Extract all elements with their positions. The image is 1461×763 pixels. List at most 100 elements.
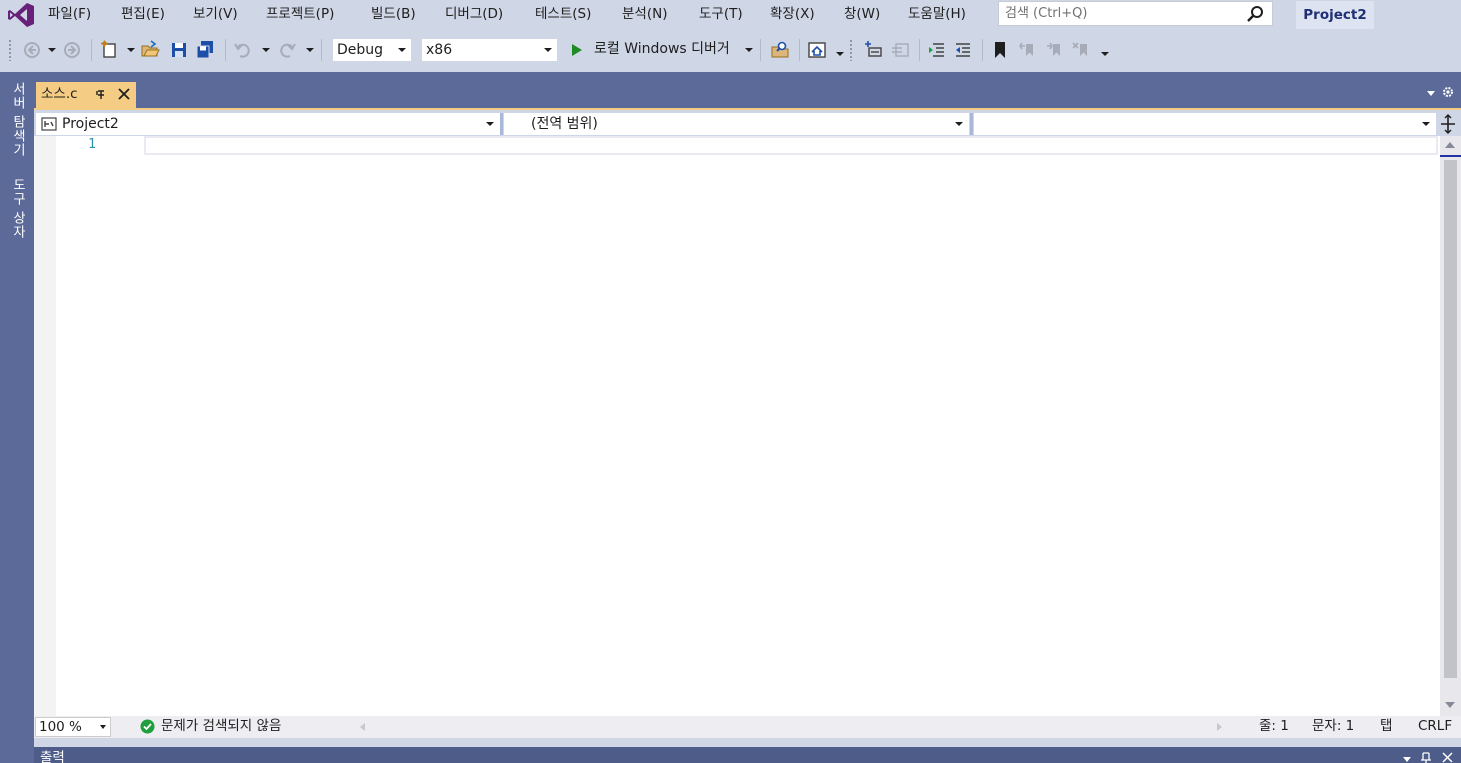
project-dropdown-value: Project2 [62, 116, 119, 132]
scope-dropdown[interactable]: (전역 범위) [504, 113, 969, 135]
start-debugging-label: 로컬 Windows 디버거 [594, 41, 730, 57]
member-dropdown[interactable] [974, 113, 1436, 135]
zoom-dropdown[interactable]: 100 % [35, 717, 111, 737]
solution-explorer-home-icon[interactable] [807, 40, 827, 60]
new-project-icon[interactable] [100, 40, 120, 60]
vertical-scrollbar[interactable] [1440, 136, 1461, 716]
search-input[interactable] [999, 2, 1239, 25]
issues-status-text[interactable]: 문제가 검색되지 않음 [161, 716, 281, 737]
debug-target-dropdown-icon[interactable] [745, 48, 753, 52]
output-panel-title[interactable]: 출력 [40, 750, 65, 763]
menu-help[interactable]: 도움말(H) [904, 5, 970, 25]
scope-dropdown-value: (전역 범위) [531, 116, 598, 132]
tab-list-dropdown-icon[interactable] [1427, 91, 1435, 96]
menu-bar: 파일(F) 편집(E) 보기(V) 프로젝트(P) 빌드(B) 디버그(D) 테… [0, 0, 1461, 30]
toolbar-overflow-icon[interactable] [1101, 52, 1109, 56]
chevron-down-icon [1422, 122, 1430, 126]
code-editor[interactable]: 1 [34, 136, 1440, 716]
scrollbar-thumb[interactable] [1444, 160, 1457, 678]
menu-tools[interactable]: 도구(T) [695, 5, 747, 25]
forward-icon[interactable] [62, 40, 82, 60]
toolbar-separator [799, 39, 800, 61]
toolbar-separator [919, 39, 920, 61]
panel-menu-icon[interactable] [1403, 757, 1411, 762]
check-circle-icon[interactable] [140, 719, 155, 734]
menu-file[interactable]: 파일(F) [44, 5, 95, 25]
scroll-left-icon[interactable] [360, 723, 365, 731]
chevron-down-icon [544, 48, 552, 52]
project-dropdown[interactable]: Project2 [36, 113, 500, 135]
save-icon[interactable] [169, 40, 189, 60]
undo-icon[interactable] [233, 40, 253, 60]
menu-extensions[interactable]: 확장(X) [766, 5, 819, 25]
menu-debug[interactable]: 디버그(D) [441, 5, 507, 25]
panel-splitter[interactable] [34, 738, 1461, 747]
indent-mode-indicator[interactable]: 탭 [1380, 716, 1392, 737]
toolbar-overflow-icon[interactable] [836, 52, 844, 56]
document-tab-label: 소스.c [41, 86, 78, 102]
save-all-icon[interactable] [195, 40, 215, 60]
zoom-value: 100 % [39, 719, 82, 735]
redo-dropdown-icon[interactable] [306, 48, 314, 52]
gear-icon[interactable] [1441, 85, 1455, 99]
search-box[interactable] [998, 1, 1273, 26]
chevron-down-icon [486, 122, 494, 126]
configuration-dropdown[interactable]: Debug [332, 38, 412, 62]
start-debugging-button[interactable]: 로컬 Windows 디버거 [568, 38, 730, 62]
editor-status-row: 100 % 문제가 검색되지 않음 줄: 1 문자: 1 탭 CRLF [34, 716, 1461, 738]
indicator-margin[interactable] [34, 136, 56, 716]
toolbar-grip[interactable] [8, 39, 12, 61]
menu-test[interactable]: 테스트(S) [531, 5, 595, 25]
close-icon[interactable] [117, 87, 131, 101]
indent-icon[interactable] [927, 40, 947, 60]
line-indicator[interactable]: 줄: 1 [1259, 716, 1289, 737]
bookmark-icon[interactable] [990, 40, 1010, 60]
pin-icon[interactable] [1420, 752, 1432, 763]
uncomment-icon[interactable] [890, 40, 910, 60]
menu-build[interactable]: 빌드(B) [367, 5, 420, 25]
back-dropdown-icon[interactable] [48, 48, 56, 52]
platform-dropdown[interactable]: x86 [421, 38, 558, 62]
char-indicator[interactable]: 문자: 1 [1312, 716, 1354, 737]
toolbar-grip[interactable] [849, 39, 853, 61]
server-explorer-tab[interactable]: 서버 탐색기 [8, 82, 27, 157]
outdent-icon[interactable] [953, 40, 973, 60]
output-panel-header: 출력 [34, 747, 1461, 763]
chevron-down-icon [100, 725, 106, 729]
navbar-splitter[interactable] [500, 113, 503, 135]
menu-view[interactable]: 보기(V) [189, 5, 242, 25]
scroll-up-icon[interactable] [1445, 142, 1455, 148]
menu-analyze[interactable]: 분석(N) [618, 5, 671, 25]
toolbar-separator [982, 39, 983, 61]
open-icon[interactable] [140, 40, 160, 60]
redo-icon[interactable] [277, 40, 297, 60]
new-dropdown-icon[interactable] [127, 48, 135, 52]
undo-dropdown-icon[interactable] [262, 48, 270, 52]
clear-bookmarks-icon[interactable] [1072, 40, 1092, 60]
next-bookmark-icon[interactable] [1045, 40, 1065, 60]
close-icon[interactable] [1442, 752, 1453, 763]
current-line-highlight [144, 136, 1438, 155]
play-icon [572, 44, 582, 56]
back-icon[interactable] [22, 40, 42, 60]
left-tool-rail: 서버 탐색기 도구 상자 [0, 72, 34, 763]
menu-window[interactable]: 창(W) [840, 5, 884, 25]
find-in-files-icon[interactable] [770, 40, 790, 60]
toolbox-tab[interactable]: 도구 상자 [8, 178, 27, 239]
previous-bookmark-icon[interactable] [1018, 40, 1038, 60]
comment-icon[interactable] [863, 40, 883, 60]
document-tab[interactable]: 소스.c [36, 82, 136, 108]
navbar-splitter[interactable] [970, 113, 973, 135]
line-ending-indicator[interactable]: CRLF [1418, 716, 1452, 737]
scroll-right-icon[interactable] [1217, 723, 1222, 731]
scroll-down-icon[interactable] [1445, 702, 1455, 708]
toolbar-separator [225, 39, 226, 61]
menu-project[interactable]: 프로젝트(P) [262, 5, 338, 25]
menu-edit[interactable]: 편집(E) [117, 5, 169, 25]
document-tab-strip: 소스.c [34, 72, 1461, 108]
chevron-down-icon [955, 122, 963, 126]
pin-icon[interactable] [94, 87, 108, 101]
search-icon[interactable] [1246, 5, 1264, 23]
visual-studio-logo-icon[interactable] [6, 2, 36, 28]
split-window-icon[interactable] [1438, 113, 1458, 135]
